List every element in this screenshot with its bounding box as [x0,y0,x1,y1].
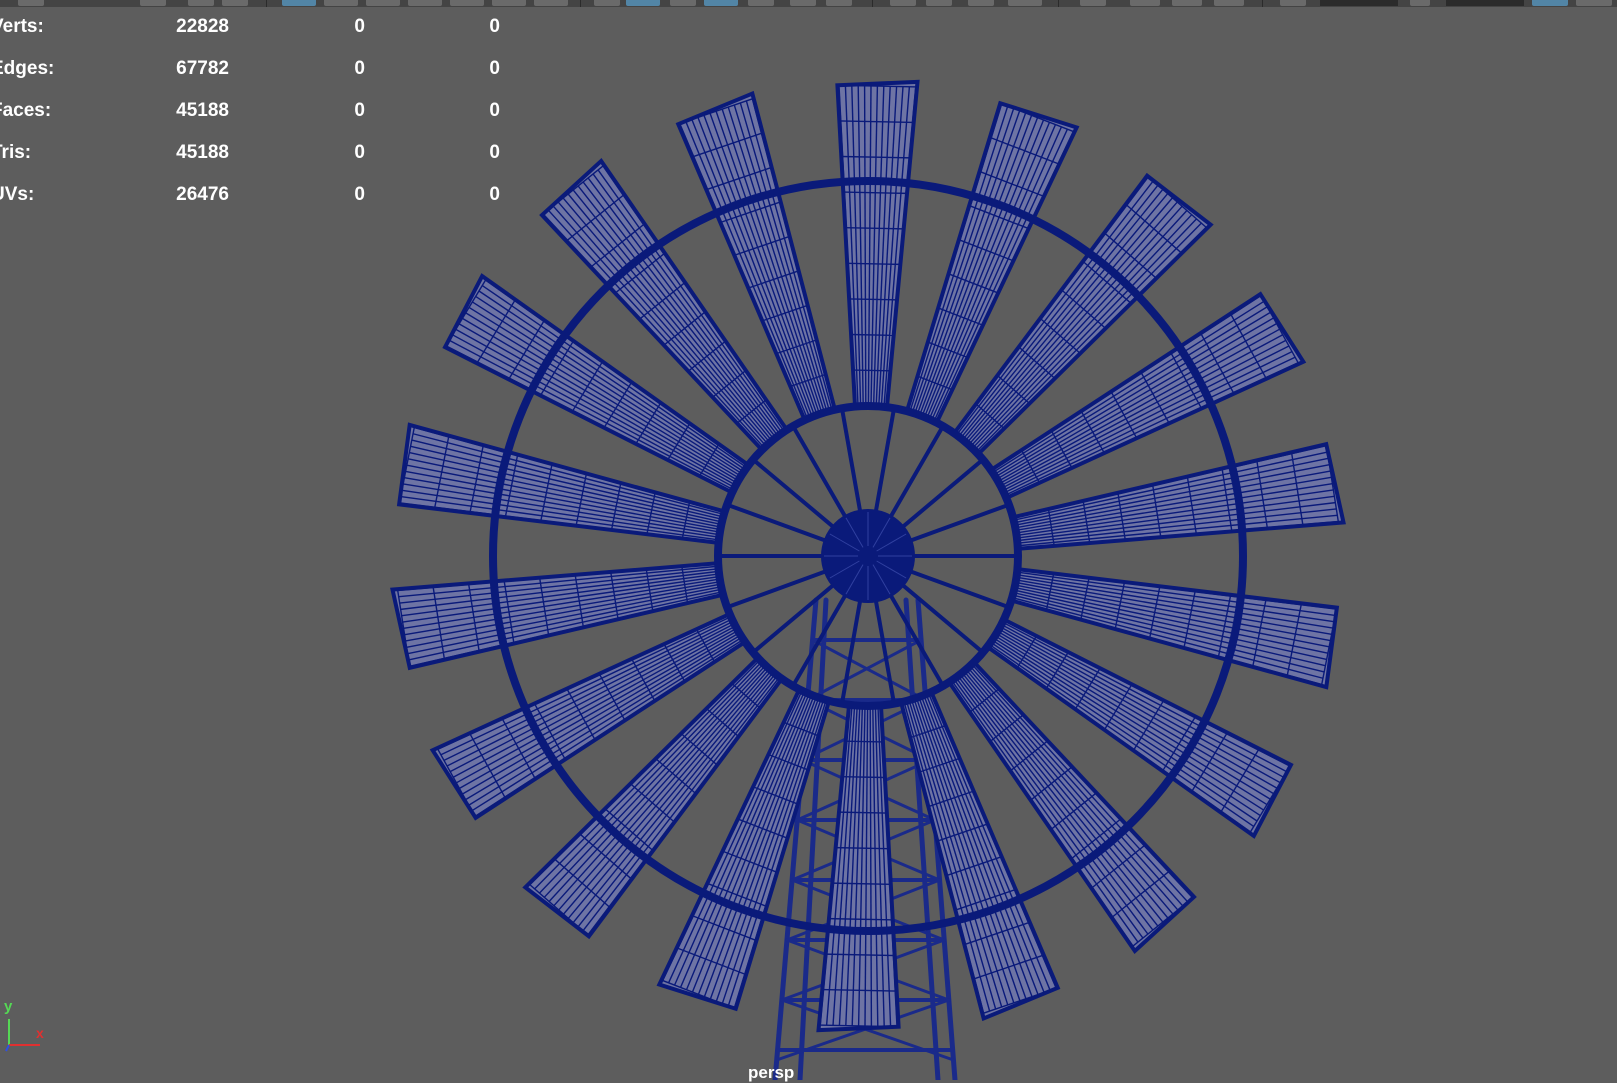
spoke [872,595,897,705]
hud-label: Edges: [0,58,55,79]
axis-z-line [5,1044,10,1052]
camera-label: persp [748,1063,795,1082]
hud-value-component: 0 [489,100,500,121]
spoke [791,425,850,523]
hud-label: Verts: [0,16,44,37]
hud-label: Tris: [0,142,32,163]
spoke [839,407,864,517]
hud-value-component: 0 [489,142,500,163]
hud-value-object: 67782 [176,58,229,79]
hud-label: Faces: [0,100,52,121]
hud-value-selected: 0 [354,100,365,121]
spoke [872,407,897,517]
hud-value-selected: 0 [354,142,365,163]
axis-x-label: x [36,1025,44,1041]
hud-value-selected: 0 [354,58,365,79]
blade [816,703,901,1033]
axis-y-label: y [4,998,13,1015]
spoke [886,425,945,523]
hud-value-component: 0 [489,16,500,37]
blade [835,79,920,409]
hud-value-component: 0 [489,184,500,205]
hud-row-tris: Tris: 45188 0 0 [0,138,520,180]
hud-value-object: 45188 [176,100,229,121]
hud-value-component: 0 [489,58,500,79]
hud-row-uvs: UVs: 26476 0 0 [0,180,520,222]
hud-row-edges: Edges: 67782 0 0 [0,54,520,96]
hud-value-selected: 0 [354,184,365,205]
hud-row-faces: Faces: 45188 0 0 [0,96,520,138]
hud-value-selected: 0 [354,16,365,37]
hud-label: UVs: [0,184,35,205]
hud-row-verts: Verts: 22828 0 0 [0,12,520,54]
spoke [839,595,864,705]
hud-value-object: 26476 [176,184,229,205]
hud-value-object: 45188 [176,142,229,163]
hud-value-object: 22828 [176,16,229,37]
poly-count-hud: Verts: 22828 0 0 Edges: 67782 0 0 Faces:… [0,12,520,222]
